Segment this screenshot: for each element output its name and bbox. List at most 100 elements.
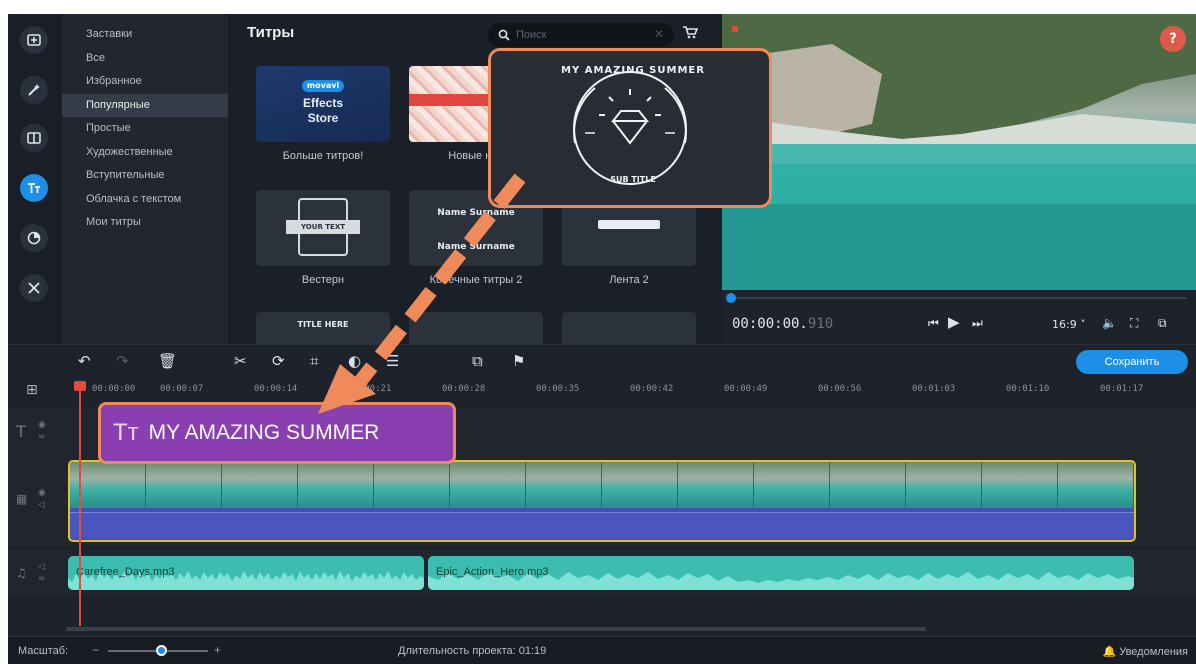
- mute-icon[interactable]: ◁: [38, 500, 45, 510]
- tick-label: 00:00:56: [818, 384, 862, 394]
- category-opening[interactable]: Вступительные: [62, 164, 228, 188]
- redo-icon[interactable]: ↷: [116, 352, 129, 370]
- category-my-titles[interactable]: Мои титры: [62, 211, 228, 235]
- scrubber-handle[interactable]: [726, 293, 736, 303]
- title-here-text: TITLE HERE: [297, 320, 349, 329]
- fullscreen-icon[interactable]: ⛶: [1130, 316, 1138, 331]
- ribbon-shape: [598, 220, 660, 229]
- mute-icon[interactable]: ◁: [38, 562, 45, 572]
- detach-preview-icon[interactable]: ⧉: [1158, 316, 1167, 331]
- crop-icon[interactable]: ⌗: [310, 352, 318, 370]
- link-icon[interactable]: ∞: [38, 574, 46, 584]
- timecode-ms: 910: [807, 316, 834, 332]
- titles-button[interactable]: [20, 174, 48, 202]
- video-track-icon: ▦: [16, 492, 28, 506]
- tile-label: Вестерн: [301, 274, 345, 286]
- overlay-icon[interactable]: ⧉: [472, 352, 483, 370]
- cart-icon[interactable]: [682, 25, 698, 39]
- link-icon[interactable]: ∞: [38, 432, 46, 442]
- timeline-toolbar: ↶ ↷ 🗑 ✂ ⟳ ⌗ ◐ ☰ ⧉ ⚑ Сохранить: [8, 344, 1196, 378]
- western-tile[interactable]: YOUR TEXT: [256, 190, 390, 266]
- zoom-slider-handle[interactable]: [156, 645, 167, 656]
- search-icon: [498, 29, 510, 41]
- category-all[interactable]: Все: [62, 47, 228, 71]
- search-box[interactable]: ✕: [488, 23, 674, 47]
- category-favorites[interactable]: Избранное: [62, 70, 228, 94]
- rotate-icon[interactable]: ⟳: [272, 352, 285, 370]
- tick-label: 00:00:21: [348, 384, 392, 394]
- clear-search-icon[interactable]: ✕: [654, 27, 664, 41]
- text-track-icon: T: [16, 422, 26, 441]
- aspect-ratio-select[interactable]: 16:9 ˅: [1052, 318, 1086, 331]
- stickers-button[interactable]: [20, 224, 48, 252]
- category-popular[interactable]: Популярные: [62, 93, 228, 117]
- playhead[interactable]: [79, 384, 81, 626]
- tick-label: 00:00:28: [442, 384, 486, 394]
- preview-scene: [722, 14, 1196, 290]
- clip-properties-icon[interactable]: ☰: [386, 352, 399, 370]
- category-artistic[interactable]: Художественные: [62, 141, 228, 165]
- more-tools-button[interactable]: [20, 274, 48, 302]
- volume-icon[interactable]: 🔈: [1102, 316, 1117, 330]
- tick-label: 00:01:10: [1006, 384, 1050, 394]
- preview-scrubber[interactable]: [732, 297, 1186, 299]
- filters-button[interactable]: [20, 76, 48, 104]
- help-button[interactable]: ?: [1160, 26, 1186, 52]
- audio-clip[interactable]: Carefree_Days.mp3: [68, 556, 424, 590]
- tick-label: 00:00:42: [630, 384, 674, 394]
- tick-label: 00:00:14: [254, 384, 298, 394]
- timecode: 00:00:00.910: [732, 316, 833, 332]
- undo-icon[interactable]: ↶: [78, 352, 91, 370]
- effects-store-tile[interactable]: movavi Effects Store: [256, 66, 390, 142]
- zoom-out-icon[interactable]: −: [92, 643, 99, 657]
- notifications-button[interactable]: 🔔 Уведомления: [1102, 645, 1188, 658]
- western-banner: YOUR TEXT: [286, 220, 360, 234]
- visibility-icon[interactable]: ◉: [38, 488, 46, 498]
- bell-icon: 🔔: [1102, 646, 1117, 658]
- zoom-in-icon[interactable]: +: [214, 643, 221, 657]
- title-clip-text: MY AMAZING SUMMER: [148, 421, 380, 444]
- visibility-icon[interactable]: ◉: [38, 420, 46, 430]
- badge-top-text: MY AMAZING SUMMER: [561, 65, 705, 76]
- search-input[interactable]: [516, 29, 636, 41]
- video-preview[interactable]: ?: [722, 14, 1196, 290]
- audio-clip[interactable]: Epic_Action_Hero.mp3: [428, 556, 1134, 590]
- transitions-icon: [27, 132, 41, 144]
- store-line-1: Effects: [302, 96, 343, 110]
- status-bar: Масштаб: − + Длительность проекта: 01:19…: [8, 636, 1196, 664]
- transitions-button[interactable]: [20, 124, 48, 152]
- next-frame-icon[interactable]: ⏭: [972, 316, 983, 331]
- cut-icon[interactable]: ✂: [234, 352, 247, 370]
- tick-label: 00:00:07: [160, 384, 204, 394]
- play-icon[interactable]: ▶: [948, 313, 960, 331]
- save-button[interactable]: Сохранить: [1076, 350, 1188, 374]
- tool-rail: [8, 14, 62, 344]
- title-clip[interactable]: Tт MY AMAZING SUMMER: [98, 402, 456, 464]
- store-line-2: Store: [307, 111, 339, 125]
- title-preview-popup: MY AMAZING SUMMER SUB TITLE: [488, 48, 772, 208]
- preview-controls: 00:00:00.910 ⏮ ▶ ⏭ 16:9 ˅ 🔈 ⛶ ⧉: [722, 290, 1196, 344]
- timeline-scrollbar[interactable]: [66, 627, 926, 631]
- volume-envelope[interactable]: [70, 512, 1134, 538]
- tile-label: Конечные титры 2: [429, 274, 523, 286]
- video-clip[interactable]: [68, 460, 1136, 542]
- category-simple[interactable]: Простые: [62, 117, 228, 141]
- music-icon: ♫: [16, 566, 27, 580]
- category-intros[interactable]: Заставки: [62, 23, 228, 47]
- titles-icon: [28, 183, 40, 193]
- prev-frame-icon[interactable]: ⏮: [928, 316, 939, 331]
- credits-name-2: Name Surname: [437, 242, 515, 252]
- audio-clip-label: Carefree_Days.mp3: [76, 566, 175, 578]
- movavi-badge: movavi: [302, 80, 344, 92]
- category-speech-bubbles[interactable]: Облачка с текстом: [62, 188, 228, 212]
- tick-label: 00:01:03: [912, 384, 956, 394]
- delete-icon[interactable]: 🗑: [158, 352, 177, 370]
- add-track-icon[interactable]: ⊞: [26, 382, 38, 398]
- zoom-label: Масштаб:: [18, 645, 69, 657]
- tile-label: Лента 2: [609, 274, 649, 286]
- marker-icon[interactable]: ⚑: [512, 352, 525, 370]
- import-button[interactable]: [20, 26, 48, 54]
- import-icon: [27, 34, 41, 46]
- credits-name-1: Name Surname: [437, 208, 515, 218]
- color-adjust-icon[interactable]: ◐: [348, 352, 361, 370]
